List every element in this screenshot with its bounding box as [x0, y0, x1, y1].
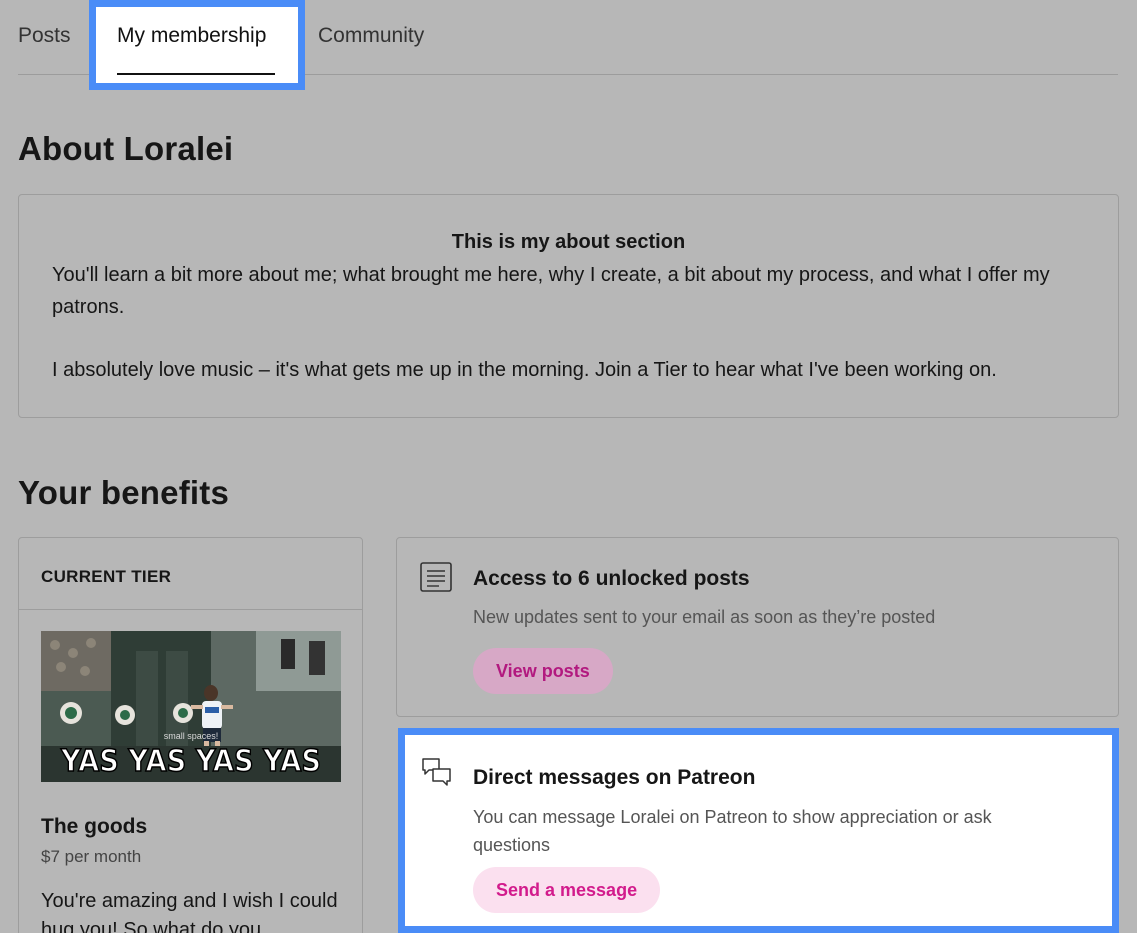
about-heading: About Loralei: [18, 130, 234, 167]
current-tier-label: CURRENT TIER: [41, 567, 172, 586]
tab-my-membership[interactable]: My membership: [89, 0, 305, 90]
view-posts-button[interactable]: View posts: [473, 648, 613, 694]
tier-image-sign-text: small spaces!: [164, 731, 219, 741]
active-tab-underline: [117, 73, 275, 75]
chat-bubbles-icon: [420, 755, 454, 789]
benefit-posts-description: New updates sent to your email as soon a…: [473, 607, 936, 627]
tab-my-membership-label: My membership: [117, 24, 267, 47]
tier-divider: [19, 609, 362, 610]
benefit-posts-title: Access to 6 unlocked posts: [473, 567, 750, 590]
tier-name: The goods: [41, 815, 148, 838]
send-message-button[interactable]: Send a message: [473, 867, 661, 913]
tier-price: $7 per month: [41, 847, 142, 866]
benefit-dm-title: Direct messages on Patreon: [473, 766, 756, 789]
about-paragraph-1: You'll learn a bit more about me; what b…: [52, 264, 1050, 318]
about-title: This is my about section: [451, 231, 686, 253]
current-tier-card: CURRENT TIER small spaces! YAS YAS YAS Y…: [18, 537, 363, 933]
tier-image-caption: YAS YAS YAS YAS: [60, 744, 321, 779]
tab-community[interactable]: Community: [318, 24, 424, 48]
about-paragraph-2: I absolutely love music – it's what gets…: [52, 359, 997, 381]
tab-posts[interactable]: Posts: [18, 24, 71, 48]
benefits-heading: Your benefits: [18, 474, 230, 511]
benefit-dm-description: You can message Loralei on Patreon to sh…: [473, 807, 992, 855]
tier-image: small spaces! YAS YAS YAS YAS: [41, 631, 341, 782]
membership-page: Posts Community My membership About Lora…: [0, 0, 1137, 933]
about-section: This is my about section You'll learn a …: [18, 194, 1119, 418]
benefit-direct-messages: Direct messages on Patreon You can messa…: [398, 728, 1119, 933]
document-icon: [419, 561, 453, 595]
benefit-unlocked-posts: Access to 6 unlocked posts New updates s…: [396, 537, 1119, 717]
tier-description: You're amazing and I wish I could hug yo…: [41, 890, 338, 933]
